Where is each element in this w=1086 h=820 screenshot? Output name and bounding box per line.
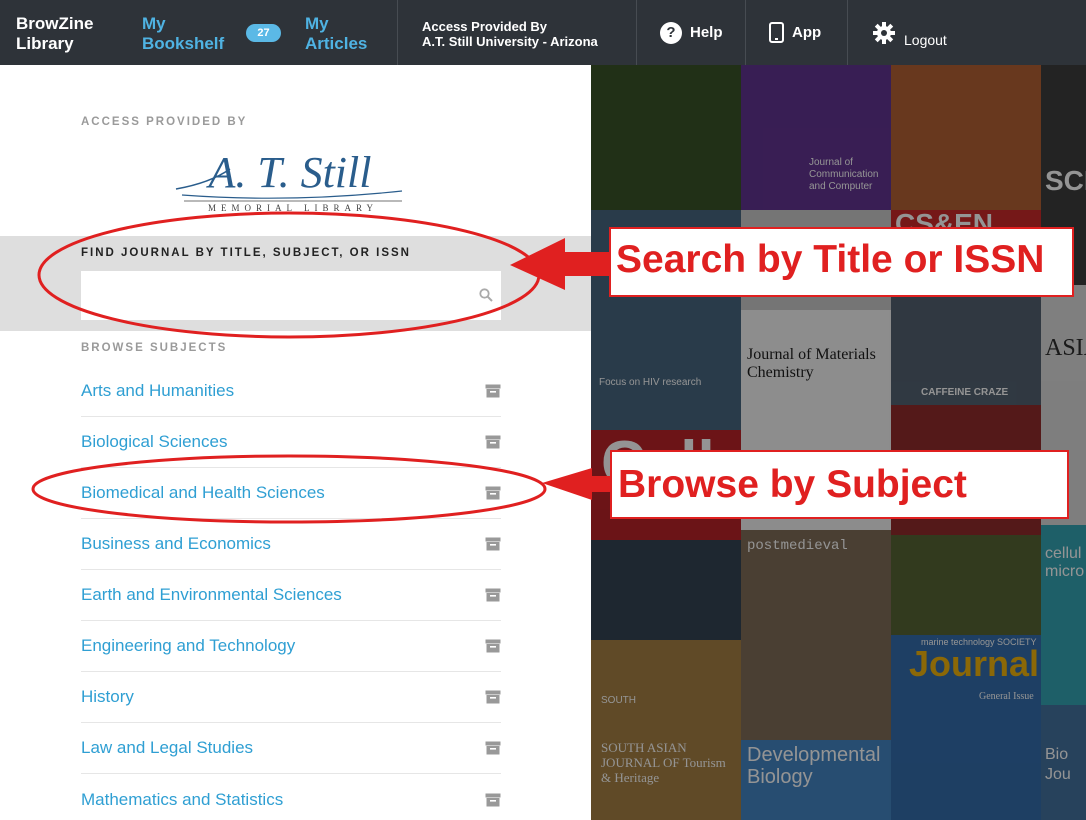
bookshelf-count-badge: 27 bbox=[246, 24, 281, 42]
archive-box-icon bbox=[485, 588, 501, 602]
cover-title: cellul micro bbox=[1045, 545, 1085, 580]
cover-title: SCI bbox=[1045, 165, 1086, 196]
archive-box-icon bbox=[485, 537, 501, 551]
help-icon: ? bbox=[660, 21, 682, 44]
subject-label: History bbox=[81, 687, 134, 706]
brand-line1: BrowZine bbox=[16, 14, 94, 33]
cover-title: Journal of Communication and Computer bbox=[809, 157, 879, 192]
cover-title: Focus on HIV research bbox=[599, 377, 702, 388]
bookshelf-line2: Bookshelf bbox=[142, 34, 225, 53]
cover-subtitle: General Issue bbox=[979, 691, 1034, 702]
subject-list: Arts and Humanities Biological Sciences … bbox=[81, 366, 501, 820]
journal-cover[interactable]: Developmental Biology bbox=[741, 740, 891, 820]
help-button[interactable]: ? Help bbox=[660, 0, 723, 65]
library-panel: ACCESS PROVIDED BY A. T. Still MEMORIAL … bbox=[0, 65, 591, 820]
archive-box-icon bbox=[485, 639, 501, 653]
brand-logo-link[interactable]: BrowZine Library bbox=[16, 14, 93, 54]
archive-box-icon bbox=[485, 486, 501, 500]
journal-cover[interactable]: marine technology SOCIETY Journal Genera… bbox=[891, 635, 1041, 820]
journal-cover[interactable]: Journal of Communication and Computer bbox=[741, 65, 891, 210]
cover-title: Bio Jou bbox=[1045, 746, 1071, 783]
app-label: App bbox=[792, 24, 822, 41]
search-label: FIND JOURNAL BY TITLE, SUBJECT, OR ISSN bbox=[81, 247, 411, 259]
access-provided-label: ACCESS PROVIDED BY bbox=[81, 116, 248, 128]
articles-line2: Articles bbox=[305, 34, 368, 53]
cover-title: Journal of Materials Chemistry bbox=[747, 346, 876, 381]
search-icon[interactable] bbox=[479, 288, 493, 302]
archive-box-icon bbox=[485, 690, 501, 704]
cover-title: CAFFEINE CRAZE bbox=[921, 387, 1009, 398]
search-callout: Search by Title or ISSN bbox=[609, 227, 1074, 297]
journal-cover[interactable]: Bio Jou bbox=[1041, 705, 1086, 820]
access-provided-info: Access Provided By A.T. Still University… bbox=[422, 19, 598, 49]
journal-cover[interactable]: cellul micro bbox=[1041, 525, 1086, 705]
cover-title: SOUTH bbox=[601, 695, 636, 706]
logo-subtext: MEMORIAL LIBRARY bbox=[208, 203, 378, 213]
subject-item[interactable]: Law and Legal Studies bbox=[81, 723, 501, 774]
logout-button[interactable]: Logout bbox=[872, 0, 947, 65]
journal-cover[interactable]: SOUTH SOUTH ASIAN JOURNAL OF Tourism & H… bbox=[591, 640, 741, 820]
subject-label: Law and Legal Studies bbox=[81, 738, 254, 757]
brand-line2: Library bbox=[16, 34, 74, 53]
top-nav: BrowZine Library My Bookshelf 27 My Arti… bbox=[0, 0, 1086, 65]
journal-cover-collage: Focus on HIV research Cell SOUTH SOUTH A… bbox=[591, 65, 1086, 820]
subject-label: Arts and Humanities bbox=[81, 381, 235, 400]
subject-item[interactable]: Arts and Humanities bbox=[81, 366, 501, 417]
cover-title: ASIA bbox=[1045, 335, 1086, 361]
cover-title: postmedieval bbox=[747, 538, 848, 554]
articles-line1: My bbox=[305, 14, 329, 33]
subject-item[interactable]: Engineering and Technology bbox=[81, 621, 501, 672]
subject-item[interactable]: Biomedical and Health Sciences bbox=[81, 468, 501, 519]
nav-divider bbox=[745, 0, 746, 65]
cover-title: Developmental Biology bbox=[747, 744, 881, 788]
bookshelf-line1: My bbox=[142, 14, 166, 33]
journal-search-input[interactable] bbox=[81, 271, 501, 320]
search-section: FIND JOURNAL BY TITLE, SUBJECT, OR ISSN bbox=[0, 236, 591, 331]
subject-label: Biomedical and Health Sciences bbox=[81, 483, 325, 502]
browse-subjects-label: BROWSE SUBJECTS bbox=[81, 342, 228, 354]
cover-title: Journal bbox=[909, 643, 1040, 684]
logout-label: Logout bbox=[904, 31, 947, 48]
archive-box-icon bbox=[485, 435, 501, 449]
nav-divider bbox=[397, 0, 398, 65]
my-articles-link[interactable]: My Articles bbox=[305, 14, 367, 54]
access-line2: A.T. Still University - Arizona bbox=[422, 34, 598, 49]
subject-item[interactable]: Earth and Environmental Sciences bbox=[81, 570, 501, 621]
subject-item[interactable]: History bbox=[81, 672, 501, 723]
library-logo: A. T. Still MEMORIAL LIBRARY bbox=[175, 148, 403, 213]
journal-search-box bbox=[81, 271, 501, 320]
subject-label: Engineering and Technology bbox=[81, 636, 296, 655]
archive-box-icon bbox=[485, 384, 501, 398]
journal-cover[interactable] bbox=[891, 65, 1041, 210]
access-line1: Access Provided By bbox=[422, 19, 548, 34]
archive-box-icon bbox=[485, 741, 501, 755]
nav-divider bbox=[847, 0, 848, 65]
gear-icon bbox=[873, 21, 895, 44]
archive-box-icon bbox=[485, 793, 501, 806]
subject-label: Mathematics and Statistics bbox=[81, 789, 284, 809]
journal-cover[interactable] bbox=[591, 65, 741, 210]
journal-cover[interactable]: CAFFEINE CRAZE bbox=[891, 295, 1041, 405]
journal-cover[interactable] bbox=[591, 540, 741, 640]
subject-item[interactable]: Business and Economics bbox=[81, 519, 501, 570]
my-bookshelf-link[interactable]: My Bookshelf bbox=[142, 14, 224, 54]
nav-divider bbox=[636, 0, 637, 65]
logo-text: A. T. Still bbox=[206, 148, 372, 197]
journal-cover[interactable]: postmedieval bbox=[741, 530, 891, 740]
subject-label: Business and Economics bbox=[81, 534, 271, 553]
subject-label: Earth and Environmental Sciences bbox=[81, 585, 342, 604]
app-button[interactable]: App bbox=[769, 0, 821, 65]
browse-callout: Browse by Subject bbox=[610, 450, 1069, 519]
subject-item[interactable]: Biological Sciences bbox=[81, 417, 501, 468]
subject-item[interactable]: Mathematics and Statistics bbox=[81, 774, 501, 820]
help-label: Help bbox=[690, 24, 723, 41]
tablet-icon bbox=[769, 22, 784, 43]
cover-title: SOUTH ASIAN JOURNAL OF Tourism & Heritag… bbox=[601, 740, 726, 785]
journal-cover[interactable] bbox=[891, 535, 1041, 635]
subject-label: Biological Sciences bbox=[81, 432, 228, 451]
